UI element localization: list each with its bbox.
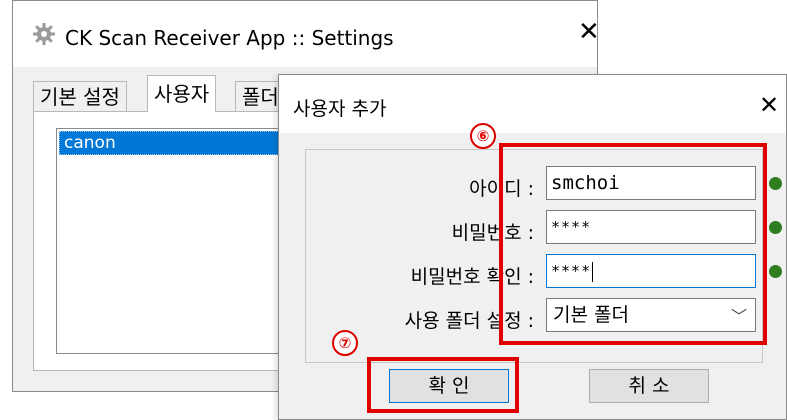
user-list[interactable]: canon <box>56 128 316 354</box>
cancel-button[interactable]: 취 소 <box>589 369 709 403</box>
gear-icon <box>33 23 55 45</box>
annotation-marker-6: ⑥ <box>470 123 496 149</box>
annotation-box-ok <box>367 357 519 413</box>
tab-users[interactable]: 사용자 <box>147 75 217 112</box>
close-icon[interactable]: ✕ <box>759 93 779 117</box>
annotation-box-fields <box>499 143 767 345</box>
list-item[interactable]: canon <box>59 131 313 155</box>
settings-window-title: CK Scan Receiver App :: Settings <box>65 26 394 50</box>
status-dot <box>769 177 782 190</box>
status-dot <box>769 221 782 234</box>
settings-titlebar: CK Scan Receiver App :: Settings ✕ <box>13 1 600 67</box>
close-icon[interactable]: ✕ <box>578 19 600 45</box>
dialog-title: 사용자 추가 <box>293 98 387 120</box>
tab-basic-settings[interactable]: 기본 설정 <box>33 81 127 111</box>
dialog-titlebar: 사용자 추가 ✕ <box>279 75 786 133</box>
status-dot <box>769 265 782 278</box>
annotation-marker-7: ⑦ <box>332 330 358 356</box>
